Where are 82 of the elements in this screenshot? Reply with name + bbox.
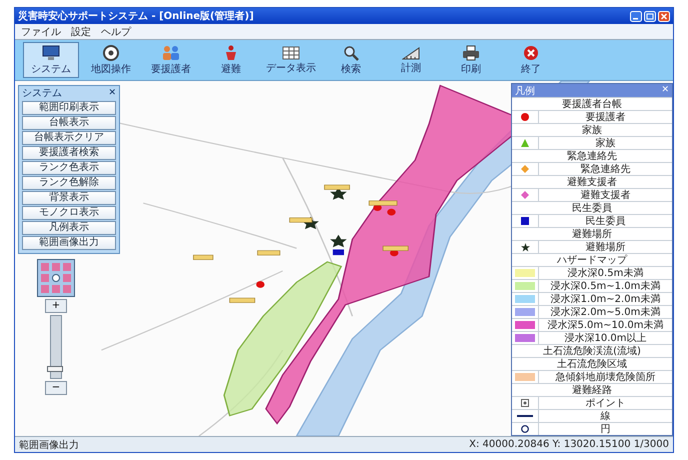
legend-label: 線 bbox=[600, 410, 612, 422]
legend-label: 浸水深1.0m~2.0m未満 bbox=[550, 294, 662, 304]
toolbar-button[interactable]: システム bbox=[23, 42, 79, 78]
toolbar-button[interactable]: 印刷 bbox=[443, 42, 499, 78]
toolbar-button[interactable]: 検索 bbox=[323, 42, 379, 78]
close-button[interactable]: ✕ bbox=[108, 88, 116, 98]
label-tag bbox=[229, 298, 256, 303]
panel-title: システム bbox=[22, 87, 62, 100]
legend-label: 家族 bbox=[594, 138, 616, 148]
toolbar-button[interactable]: 地図操作 bbox=[83, 42, 139, 78]
legend-heading: 避難場所 bbox=[512, 227, 672, 240]
legend-title: 凡例 bbox=[515, 84, 535, 98]
command-button[interactable]: ランク色表示 bbox=[22, 161, 116, 175]
table-icon bbox=[282, 46, 300, 60]
printer-icon bbox=[462, 44, 480, 60]
legend-heading: 民生委員 bbox=[512, 201, 672, 214]
people-icon bbox=[162, 44, 180, 60]
label-tag bbox=[382, 246, 408, 251]
status-message: 範囲画像出力 bbox=[19, 438, 79, 452]
command-button[interactable]: 範囲画像出力 bbox=[22, 236, 116, 250]
command-button[interactable]: 要援護者検索 bbox=[22, 146, 116, 160]
legend-label: ポイント bbox=[584, 398, 626, 408]
legend-heading: 土石流危険渓流(流域) bbox=[512, 344, 672, 357]
command-button[interactable]: 台帳表示 bbox=[22, 116, 116, 130]
dot-marker bbox=[256, 281, 265, 288]
command-button[interactable]: 範囲印刷表示 bbox=[22, 101, 116, 115]
legend-heading: 緊急連絡先 bbox=[512, 149, 672, 162]
toolbar-button[interactable]: 要援護者 bbox=[143, 42, 199, 78]
monitor-icon bbox=[42, 44, 60, 60]
legend-heading: 避難経路 bbox=[512, 383, 672, 396]
label-tag bbox=[257, 250, 280, 256]
legend-heading: ハザードマップ bbox=[512, 253, 672, 266]
search-icon bbox=[343, 44, 359, 60]
command-button[interactable]: モノクロ表示 bbox=[22, 206, 116, 220]
legend-label: 避難支援者 bbox=[580, 190, 632, 200]
menu-item[interactable]: 設定 bbox=[71, 24, 91, 38]
window-title: 災害時安心サポートシステム - [Online版(管理者)] bbox=[18, 9, 254, 23]
maximize-icon[interactable] bbox=[644, 10, 656, 22]
toolbar-button[interactable]: データ表示 bbox=[263, 42, 319, 78]
zoom-in-button[interactable]: + bbox=[45, 299, 67, 313]
menu-item[interactable]: ファイル bbox=[21, 24, 61, 38]
legend-heading: 避難支援者 bbox=[512, 175, 672, 188]
legend-label: 要援護者 bbox=[584, 112, 626, 122]
legend-label: 民生委員 bbox=[584, 216, 626, 226]
legend-label: 浸水深0.5m~1.0m未満 bbox=[550, 280, 662, 292]
close-icon bbox=[523, 44, 539, 60]
toolbar-button[interactable]: 避難 bbox=[203, 42, 259, 78]
slider-thumb[interactable] bbox=[47, 366, 63, 372]
minimize-icon[interactable] bbox=[630, 10, 642, 22]
menu-item[interactable]: ヘルプ bbox=[101, 24, 131, 38]
legend-label: 急傾斜地崩壊危険箇所 bbox=[554, 372, 656, 382]
pan-pad-icon[interactable] bbox=[37, 259, 75, 297]
label-tag bbox=[193, 254, 214, 260]
label-tag bbox=[368, 200, 398, 206]
label-tag bbox=[289, 217, 312, 223]
legend-label: 浸水深10.0m以上 bbox=[563, 332, 648, 344]
command-button[interactable]: 台帳表示クリア bbox=[22, 131, 116, 145]
star-icon bbox=[330, 187, 347, 200]
map-coordinates: X: 40000.20846 Y: 13020.15100 1/3000 bbox=[469, 439, 669, 450]
legend-label: 浸水深2.0m~5.0m未満 bbox=[550, 306, 662, 318]
legend-heading: 要援護者台帳 bbox=[512, 97, 672, 110]
legend-heading: 土石流危険区域 bbox=[512, 357, 672, 370]
ruler-icon bbox=[402, 46, 420, 60]
toolbar-button[interactable]: 終了 bbox=[503, 42, 559, 78]
label-tag bbox=[324, 184, 350, 190]
legend-label: 浸水深5.0m~10.0m未満 bbox=[546, 320, 665, 330]
legend-label: 浸水深0.5m未満 bbox=[566, 268, 644, 278]
figure-icon bbox=[223, 44, 239, 60]
legend-heading: 家族 bbox=[512, 123, 672, 136]
command-button[interactable]: 背景表示 bbox=[22, 191, 116, 205]
command-button[interactable]: 凡例表示 bbox=[22, 221, 116, 235]
legend-label: 緊急連絡先 bbox=[580, 164, 632, 174]
zoom-out-button[interactable]: − bbox=[45, 381, 67, 395]
legend-label: 避難場所 bbox=[584, 242, 626, 252]
zoom-slider[interactable] bbox=[50, 315, 62, 379]
compass-icon bbox=[103, 44, 119, 60]
star-icon bbox=[330, 234, 347, 248]
close-icon[interactable] bbox=[658, 10, 670, 22]
toolbar-button[interactable]: 計測 bbox=[383, 42, 439, 78]
legend-label: 円 bbox=[600, 424, 612, 434]
dot-marker bbox=[387, 208, 396, 216]
command-button[interactable]: ランク色解除 bbox=[22, 176, 116, 190]
